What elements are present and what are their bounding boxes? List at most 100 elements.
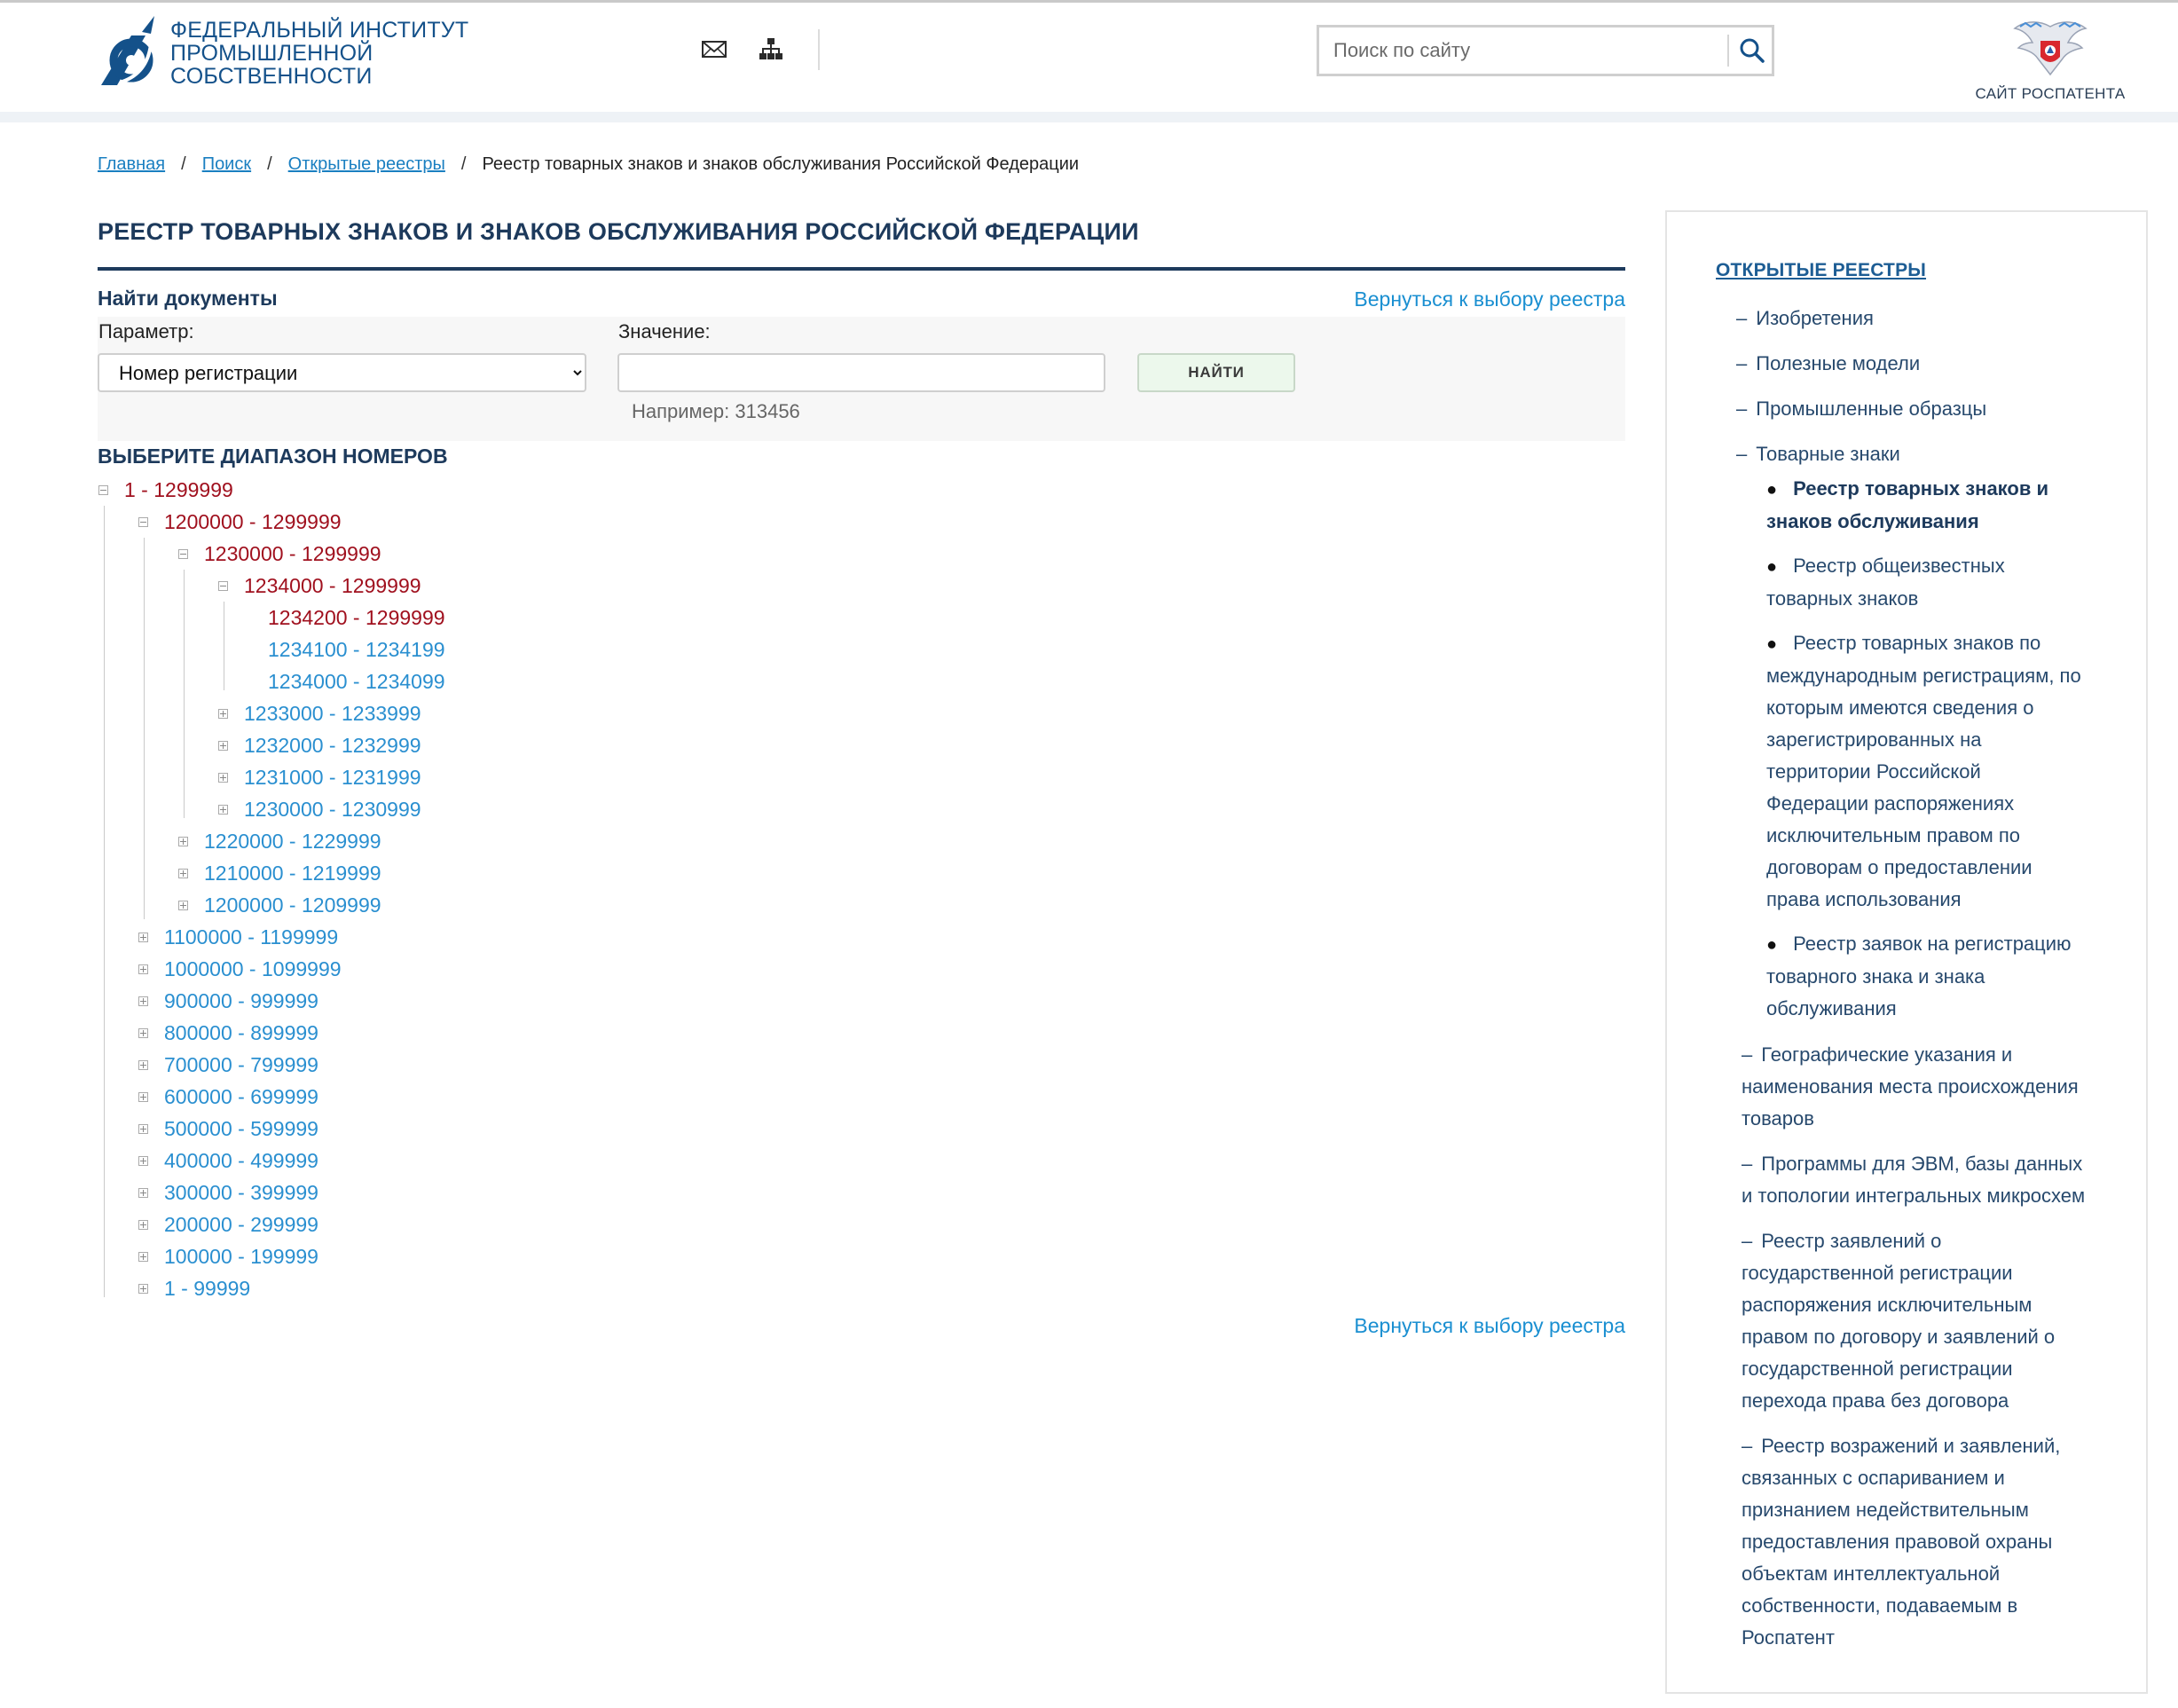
find-documents-heading: Найти документы — [98, 287, 278, 310]
site-search-input[interactable] — [1319, 28, 1718, 74]
sidebar-subitem-line: договорам о предоставлении — [1766, 852, 2121, 884]
fips-logo-icon — [101, 16, 154, 85]
tree-node-link[interactable]: 1231000 - 1231999 — [244, 766, 421, 789]
tree-node-link[interactable]: 1000000 - 1099999 — [164, 957, 342, 980]
expand-icon[interactable] — [218, 709, 228, 719]
sidebar-subitem[interactable]: ● Реестр товарных знаков и знаков обслужив… — [1766, 473, 2121, 538]
collapse-icon[interactable] — [218, 581, 228, 591]
expand-icon[interactable] — [138, 1028, 148, 1038]
tree-node-link[interactable]: 200000 - 299999 — [164, 1213, 318, 1236]
sidebar-item-label: Географические указания и — [1761, 1043, 2013, 1066]
sidebar-subitem[interactable]: ● Реестр товарных знаков по международным … — [1766, 627, 2121, 916]
breadcrumb-open-registries[interactable]: Открытые реестры — [288, 154, 445, 174]
expand-icon[interactable] — [218, 773, 228, 783]
sidebar-subitem-line: товарного знака и знака — [1766, 961, 2121, 993]
sidebar-item-line: связанных с оспариванием и — [1742, 1462, 2114, 1494]
sidebar-subitem-line: права использования — [1766, 884, 2121, 916]
tree-node-link[interactable]: 1234200 - 1299999 — [268, 606, 445, 629]
expand-icon[interactable] — [218, 805, 228, 815]
expand-icon[interactable] — [178, 901, 188, 910]
expand-icon[interactable] — [138, 996, 148, 1006]
tree-guide-line — [104, 506, 105, 1297]
sidebar-item[interactable]: – Промышленные образцы — [1736, 393, 2109, 425]
sidebar-subitem-line: исключительным правом по — [1766, 820, 2121, 852]
expand-icon[interactable] — [138, 933, 148, 942]
tree-node-link[interactable]: 1200000 - 1299999 — [164, 510, 342, 533]
mail-icon[interactable] — [701, 35, 727, 62]
collapse-icon[interactable] — [98, 485, 108, 495]
expand-icon[interactable] — [138, 964, 148, 974]
fips-logo-text: ФЕДЕРАЛЬНЫЙ ИНСТИТУТ ПРОМЫШЛЕННОЙ СОБСТВ… — [170, 19, 468, 88]
tree-node-link[interactable]: 100000 - 199999 — [164, 1245, 318, 1268]
collapse-icon[interactable] — [178, 549, 188, 559]
tree-node-link[interactable]: 1 - 1299999 — [124, 478, 233, 501]
sidebar-heading-open-registries[interactable]: ОТКРЫТЫЕ РЕЕСТРЫ — [1716, 260, 1926, 281]
tree-node: 500000 - 599999 — [138, 1113, 318, 1145]
tree-node-link[interactable]: 1232000 - 1232999 — [244, 734, 421, 757]
sidebar-item[interactable]: – Программы для ЭВМ, базы данных и тополог… — [1742, 1148, 2114, 1212]
back-to-registry-link-bottom[interactable]: Вернуться к выбору реестра — [1354, 1314, 1625, 1338]
tree-node-link[interactable]: 700000 - 799999 — [164, 1053, 318, 1076]
sidebar-subitem[interactable]: ● Реестр заявок на регистрацию товарного з… — [1766, 928, 2121, 1025]
dash-bullet-icon: – — [1736, 307, 1748, 329]
tree-node-link[interactable]: 1234000 - 1234099 — [268, 670, 445, 693]
breadcrumb-search[interactable]: Поиск — [202, 154, 251, 174]
sitemap-icon[interactable] — [758, 35, 784, 62]
sidebar-subitem[interactable]: ● Реестр общеизвестных товарных знаков — [1766, 550, 2121, 615]
collapse-icon[interactable] — [138, 517, 148, 527]
tree-node-link[interactable]: 600000 - 699999 — [164, 1085, 318, 1108]
rospatent-label[interactable]: САЙТ РОСПАТЕНТА — [1966, 85, 2135, 103]
tree-node-link[interactable]: 400000 - 499999 — [164, 1149, 318, 1172]
tree-node-link[interactable]: 1234100 - 1234199 — [268, 638, 445, 661]
find-button[interactable]: НАЙТИ — [1137, 353, 1295, 392]
sidebar-subitem-line: зарегистрированных на — [1766, 724, 2121, 756]
tree-node-link[interactable]: 800000 - 899999 — [164, 1021, 318, 1044]
tree-node: 400000 - 499999 — [138, 1145, 318, 1177]
sidebar-subitem-label: Реестр заявок на регистрацию — [1793, 933, 2072, 955]
expand-icon[interactable] — [138, 1156, 148, 1166]
tree-node-link[interactable]: 300000 - 399999 — [164, 1181, 318, 1204]
sidebar-item-label: государственной регистрации — [1742, 1358, 2013, 1380]
expand-icon[interactable] — [138, 1092, 148, 1102]
expand-icon[interactable] — [178, 837, 188, 846]
expand-icon[interactable] — [138, 1060, 148, 1070]
rospatent-site-link[interactable]: САЙТ РОСПАТЕНТА — [1966, 16, 2135, 103]
tree-node-link[interactable]: 1230000 - 1299999 — [204, 542, 381, 565]
expand-icon[interactable] — [138, 1188, 148, 1198]
tree-node-link[interactable]: 1 - 99999 — [164, 1277, 250, 1300]
breadcrumb-home[interactable]: Главная — [98, 154, 165, 174]
sidebar-item-label: товаров — [1742, 1107, 1814, 1129]
tree-node-link[interactable]: 900000 - 999999 — [164, 989, 318, 1012]
tree-node-link[interactable]: 1234000 - 1299999 — [244, 574, 421, 597]
tree-node-link[interactable]: 1100000 - 1199999 — [164, 925, 338, 948]
tree-node-link[interactable]: 1220000 - 1229999 — [204, 830, 381, 853]
tree-node: 1100000 - 1199999 — [138, 921, 338, 953]
tree-node-link[interactable]: 1230000 - 1230999 — [244, 798, 421, 821]
sidebar-item[interactable]: – Изобретения — [1736, 303, 2109, 335]
tree-node-link[interactable]: 500000 - 599999 — [164, 1117, 318, 1140]
site-search-button[interactable] — [1734, 33, 1770, 68]
fips-logo[interactable]: ФЕДЕРАЛЬНЫЙ ИНСТИТУТ ПРОМЫШЛЕННОЙ СОБСТВ… — [96, 14, 468, 92]
tree-node-link[interactable]: 1210000 - 1219999 — [204, 862, 381, 885]
sidebar-item[interactable]: – Реестр возражений и заявлений, связанных… — [1742, 1430, 2114, 1654]
expand-icon[interactable] — [138, 1284, 148, 1294]
tree-node-link[interactable]: 1200000 - 1209999 — [204, 893, 381, 917]
sidebar-item-line: – Географические указания и — [1742, 1039, 2114, 1071]
sidebar-item[interactable]: – Полезные модели — [1736, 348, 2109, 380]
breadcrumb-separator: / — [181, 154, 186, 174]
expand-icon[interactable] — [138, 1124, 148, 1134]
parameter-select[interactable]: Номер регистрации — [98, 353, 586, 392]
expand-icon[interactable] — [138, 1252, 148, 1262]
value-input[interactable] — [617, 353, 1105, 392]
expand-icon[interactable] — [218, 741, 228, 751]
expand-icon[interactable] — [138, 1220, 148, 1230]
tree-node-link[interactable]: 1233000 - 1233999 — [244, 702, 421, 725]
back-to-registry-link-top[interactable]: Вернуться к выбору реестра — [1354, 287, 1625, 311]
sidebar-item[interactable]: – Реестр заявлений о государственной регис… — [1742, 1225, 2114, 1417]
tree-node: 1 - 99999 — [138, 1272, 250, 1304]
expand-icon[interactable] — [178, 869, 188, 878]
sidebar-item[interactable]: – Товарные знаки — [1736, 438, 2109, 470]
sidebar-subitem-label: Реестр общеизвестных — [1793, 555, 2005, 577]
logo-line-3: СОБСТВЕННОСТИ — [170, 64, 373, 89]
sidebar-item[interactable]: – Географические указания и наименования м… — [1742, 1039, 2114, 1135]
